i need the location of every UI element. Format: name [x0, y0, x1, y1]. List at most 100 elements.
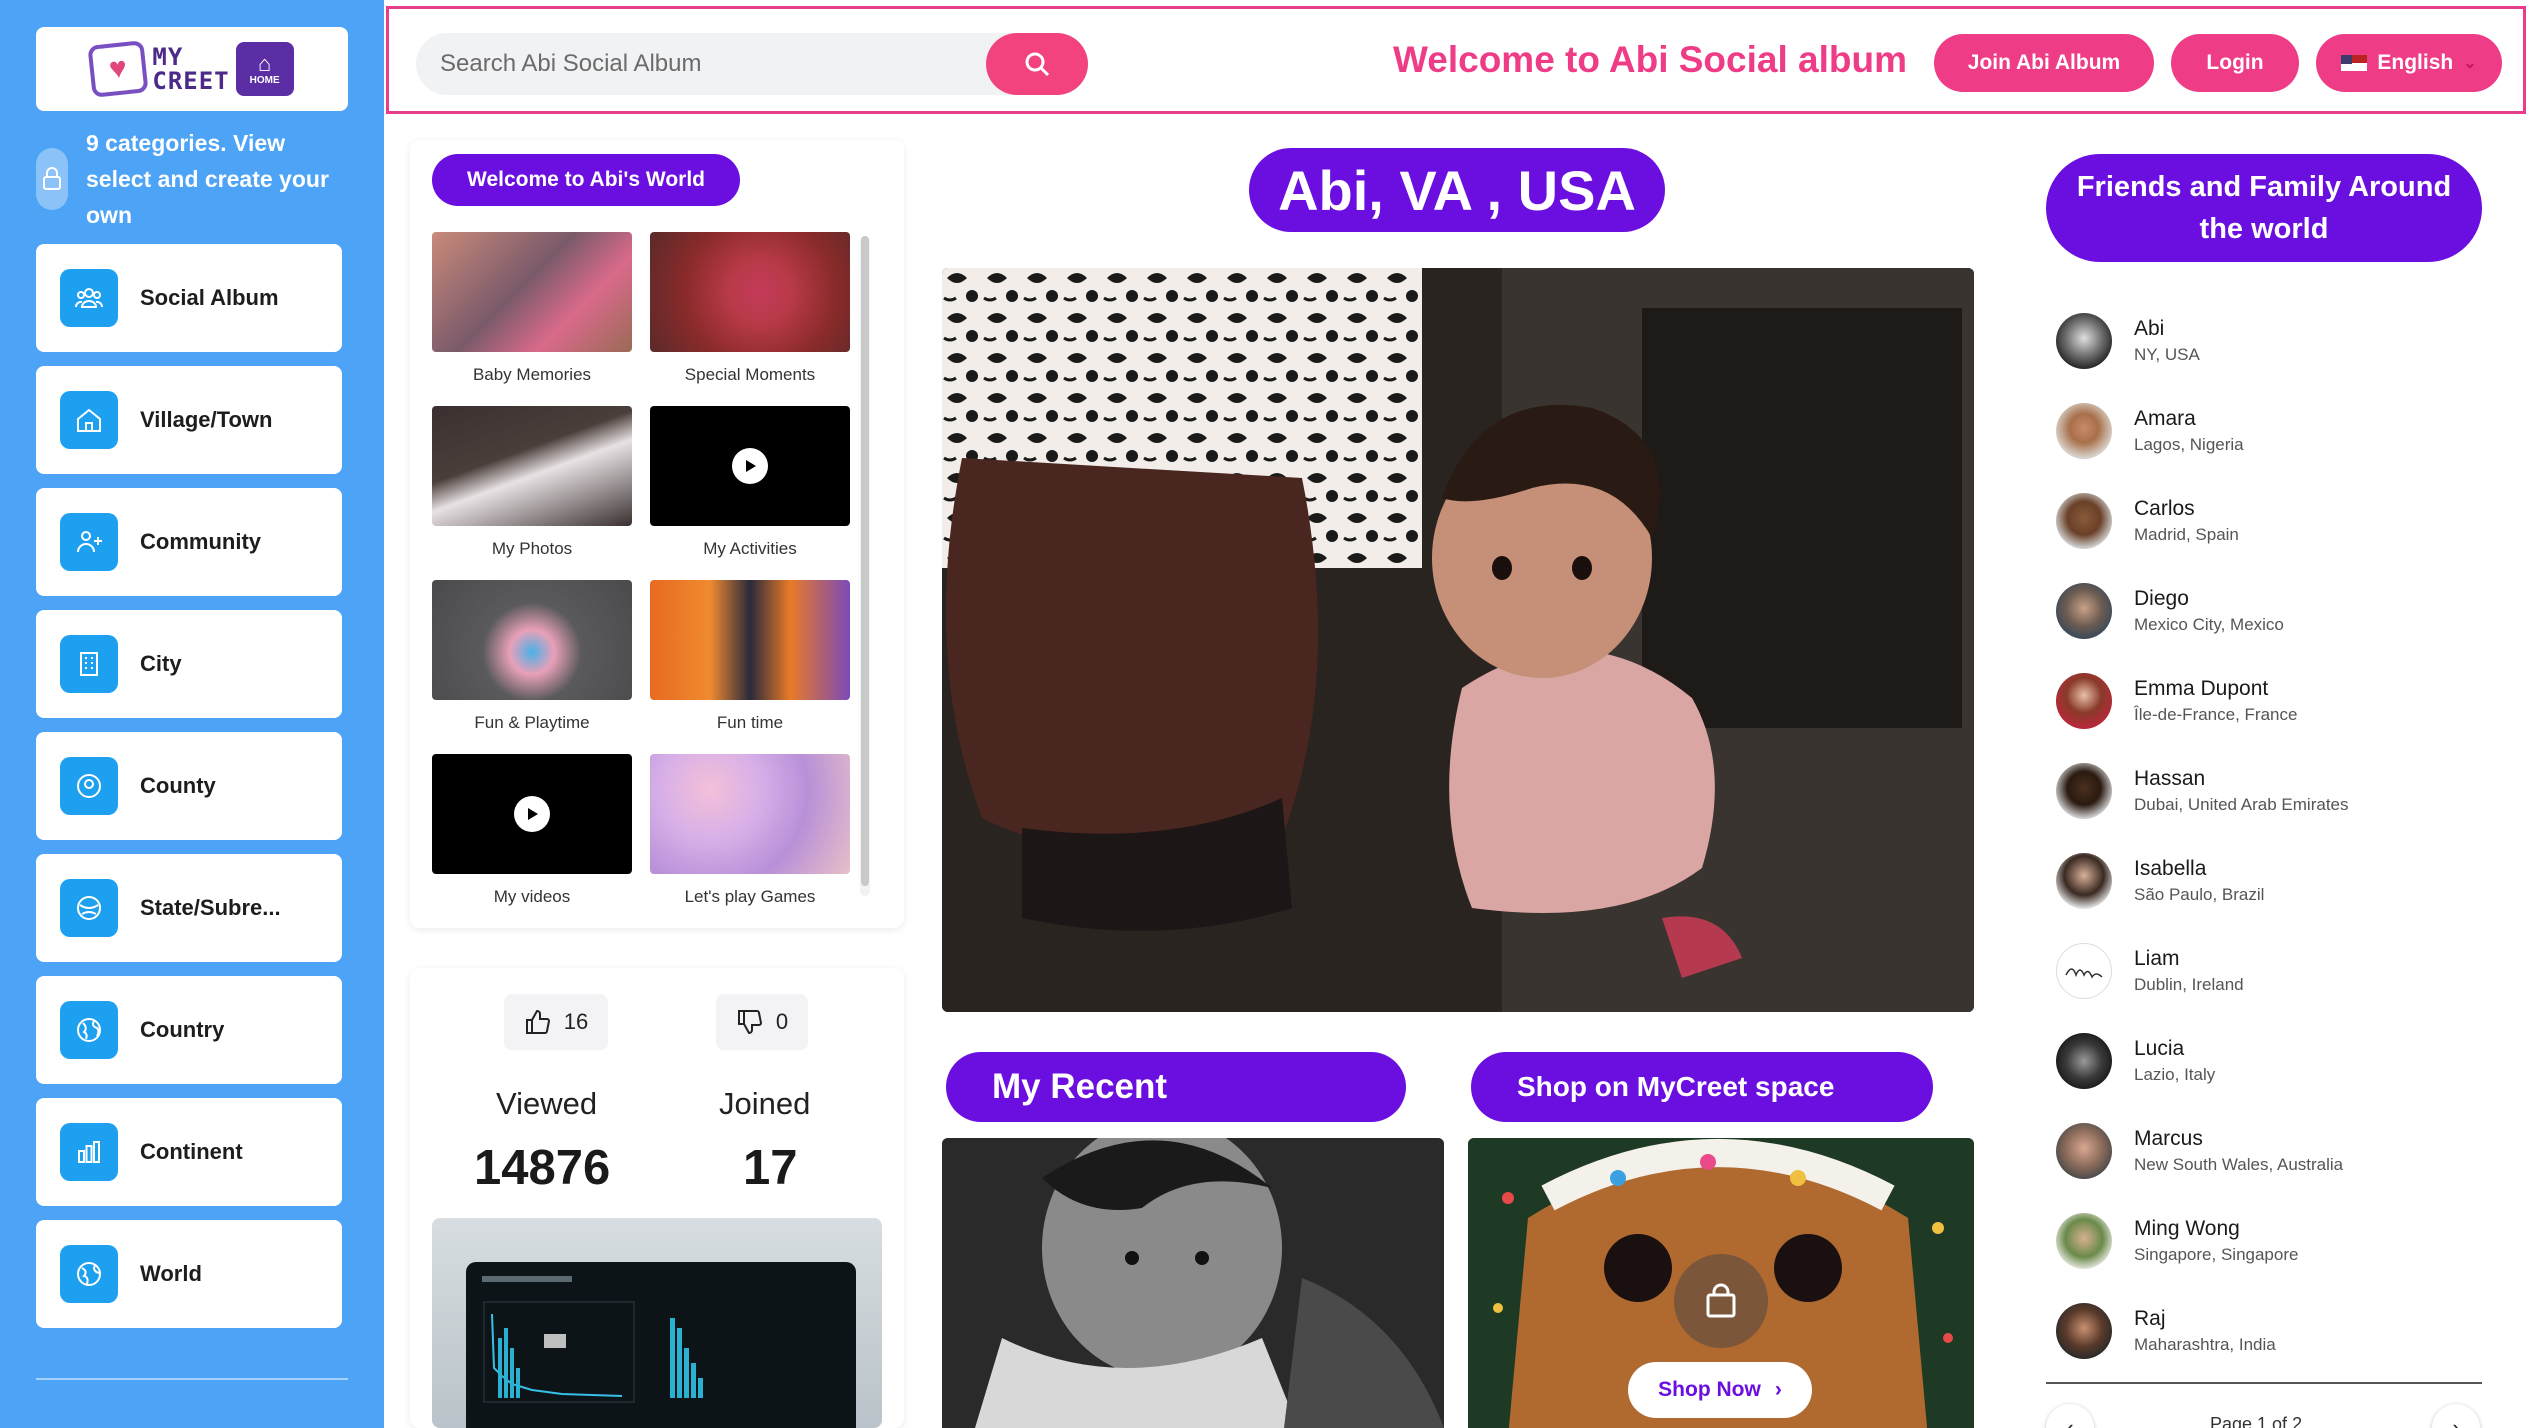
logo-wordmark: MY CREET: [152, 45, 229, 93]
friend-item[interactable]: Marcus New South Wales, Australia: [2056, 1106, 2476, 1196]
shop-promo-image[interactable]: Shop Now ›: [1468, 1138, 1974, 1428]
nav-label: Community: [140, 529, 261, 554]
album-thumbnail: [650, 406, 850, 526]
friend-location: São Paulo, Brazil: [2134, 885, 2265, 904]
category-nav: Social Album Village/Town Community City…: [36, 244, 342, 1342]
dislike-button[interactable]: 0: [716, 994, 808, 1050]
nav-item-world[interactable]: World: [36, 1220, 342, 1328]
friend-item[interactable]: Diego Mexico City, Mexico: [2056, 566, 2476, 656]
friend-item[interactable]: Isabella São Paulo, Brazil: [2056, 836, 2476, 926]
friend-item[interactable]: Ming Wong Singapore, Singapore: [2056, 1196, 2476, 1286]
shop-now-button[interactable]: Shop Now ›: [1628, 1362, 1812, 1418]
search-icon: [1025, 52, 1050, 77]
friend-name: Isabella: [2134, 857, 2207, 880]
bar-chart-icon: [60, 1123, 118, 1181]
album-tile-my-activities[interactable]: My Activities: [650, 406, 850, 580]
pager-next-button[interactable]: ›: [2432, 1404, 2480, 1428]
friend-item[interactable]: Amara Lagos, Nigeria: [2056, 386, 2476, 476]
album-label: My videos: [493, 887, 571, 906]
avatar: [2056, 673, 2112, 729]
featured-photo[interactable]: [942, 268, 1974, 1012]
my-recent-header[interactable]: My Recent: [946, 1052, 1406, 1122]
album-tile-my-videos[interactable]: My videos: [432, 754, 632, 928]
nav-label: Country: [140, 1017, 225, 1042]
lock-icon: [36, 148, 68, 210]
nav-label: State/Subre...: [140, 895, 281, 920]
avatar: [2056, 763, 2112, 819]
chevron-right-icon: ›: [1774, 1378, 1782, 1401]
friend-item[interactable]: Hassan Dubai, United Arab Emirates: [2056, 746, 2476, 836]
logo-line1: MY: [152, 43, 184, 71]
joined-label: Joined: [719, 1086, 811, 1121]
album-thumbnail: [650, 232, 850, 352]
album-label: My Photos: [491, 539, 573, 558]
friend-location: Lazio, Italy: [2134, 1065, 2216, 1084]
friend-item[interactable]: Carlos Madrid, Spain: [2056, 476, 2476, 566]
analytics-dashboard-image[interactable]: [432, 1218, 882, 1428]
albums-scrollbar[interactable]: [860, 236, 870, 896]
album-tile-special-moments[interactable]: Special Moments: [650, 232, 850, 406]
album-grid: Baby Memories Special Moments My Photos …: [432, 232, 850, 928]
avatar: [2056, 1033, 2112, 1089]
nav-label: County: [140, 773, 216, 798]
scrollbar-thumb[interactable]: [861, 236, 869, 886]
nav-label: Village/Town: [140, 407, 273, 432]
friends-divider: [2046, 1382, 2482, 1384]
album-tile-fun-time[interactable]: Fun time: [650, 580, 850, 754]
joined-count: 17: [743, 1141, 798, 1195]
friend-item[interactable]: Abi NY, USA: [2056, 296, 2476, 386]
pager-prev-button[interactable]: ‹: [2046, 1404, 2094, 1428]
stats-panel: 16 0 Viewed Joined 14876 17: [410, 968, 904, 1428]
home-badge[interactable]: ⌂ HOME: [235, 42, 294, 96]
recent-photo[interactable]: [942, 1138, 1444, 1428]
friend-item[interactable]: Lucia Lazio, Italy: [2056, 1016, 2476, 1106]
mycreet-home-logo[interactable]: ♥ MY CREET ⌂ HOME: [36, 27, 348, 111]
friend-name: Marcus: [2134, 1127, 2203, 1150]
language-select[interactable]: English ⌄: [2316, 34, 2502, 92]
album-tile-baby-memories[interactable]: Baby Memories: [432, 232, 632, 406]
friend-name: Hassan: [2134, 767, 2206, 790]
house-icon: ⌂: [257, 50, 272, 76]
album-label: My Activities: [703, 539, 797, 558]
shop-header[interactable]: Shop on MyCreet space: [1471, 1052, 1933, 1122]
search-input[interactable]: [440, 33, 980, 95]
building-icon: [60, 635, 118, 693]
like-button[interactable]: 16: [504, 994, 608, 1050]
shopping-bag-icon: [1674, 1254, 1768, 1348]
search-bar: [416, 33, 1088, 95]
people-group-icon: [60, 269, 118, 327]
album-tile-fun-playtime[interactable]: Fun & Playtime: [432, 580, 632, 754]
nav-item-state-subregion[interactable]: State/Subre...: [36, 854, 342, 962]
avatar: [2056, 1303, 2112, 1359]
globe-region-icon: [60, 879, 118, 937]
friend-name: Ming Wong: [2134, 1217, 2240, 1240]
album-tile-my-photos[interactable]: My Photos: [432, 406, 632, 580]
login-button[interactable]: Login: [2171, 34, 2299, 92]
nav-item-continent[interactable]: Continent: [36, 1098, 342, 1206]
home-icon: [60, 391, 118, 449]
nav-item-country[interactable]: Country: [36, 976, 342, 1084]
nav-label: City: [140, 651, 182, 676]
location-title: Abi, VA , USA: [1249, 148, 1665, 232]
friend-name: Lucia: [2134, 1037, 2185, 1060]
thumbs-down-icon: [737, 1010, 762, 1035]
friend-location: NY, USA: [2134, 345, 2200, 364]
nav-item-social-album[interactable]: Social Album: [36, 244, 342, 352]
friend-location: Mexico City, Mexico: [2134, 615, 2284, 634]
nav-item-county[interactable]: County: [36, 732, 342, 840]
nav-item-city[interactable]: City: [36, 610, 342, 718]
nav-item-village-town[interactable]: Village/Town: [36, 366, 342, 474]
search-button[interactable]: [986, 33, 1088, 95]
friend-item[interactable]: Liam Dublin, Ireland: [2056, 926, 2476, 1016]
nav-item-community[interactable]: Community: [36, 488, 342, 596]
nav-label: World: [140, 1261, 202, 1286]
friend-item[interactable]: Raj Maharashtra, India: [2056, 1286, 2476, 1376]
avatar: [2056, 403, 2112, 459]
friend-item[interactable]: Emma Dupont Île-de-France, France: [2056, 656, 2476, 746]
join-album-button[interactable]: Join Abi Album: [1934, 34, 2154, 92]
album-tile-lets-play-games[interactable]: Let's play Games: [650, 754, 850, 928]
play-icon: [514, 796, 550, 832]
language-label: English: [2377, 51, 2454, 74]
mycreet-logo-mark: ♥: [87, 40, 149, 98]
friend-name: Amara: [2134, 407, 2196, 430]
